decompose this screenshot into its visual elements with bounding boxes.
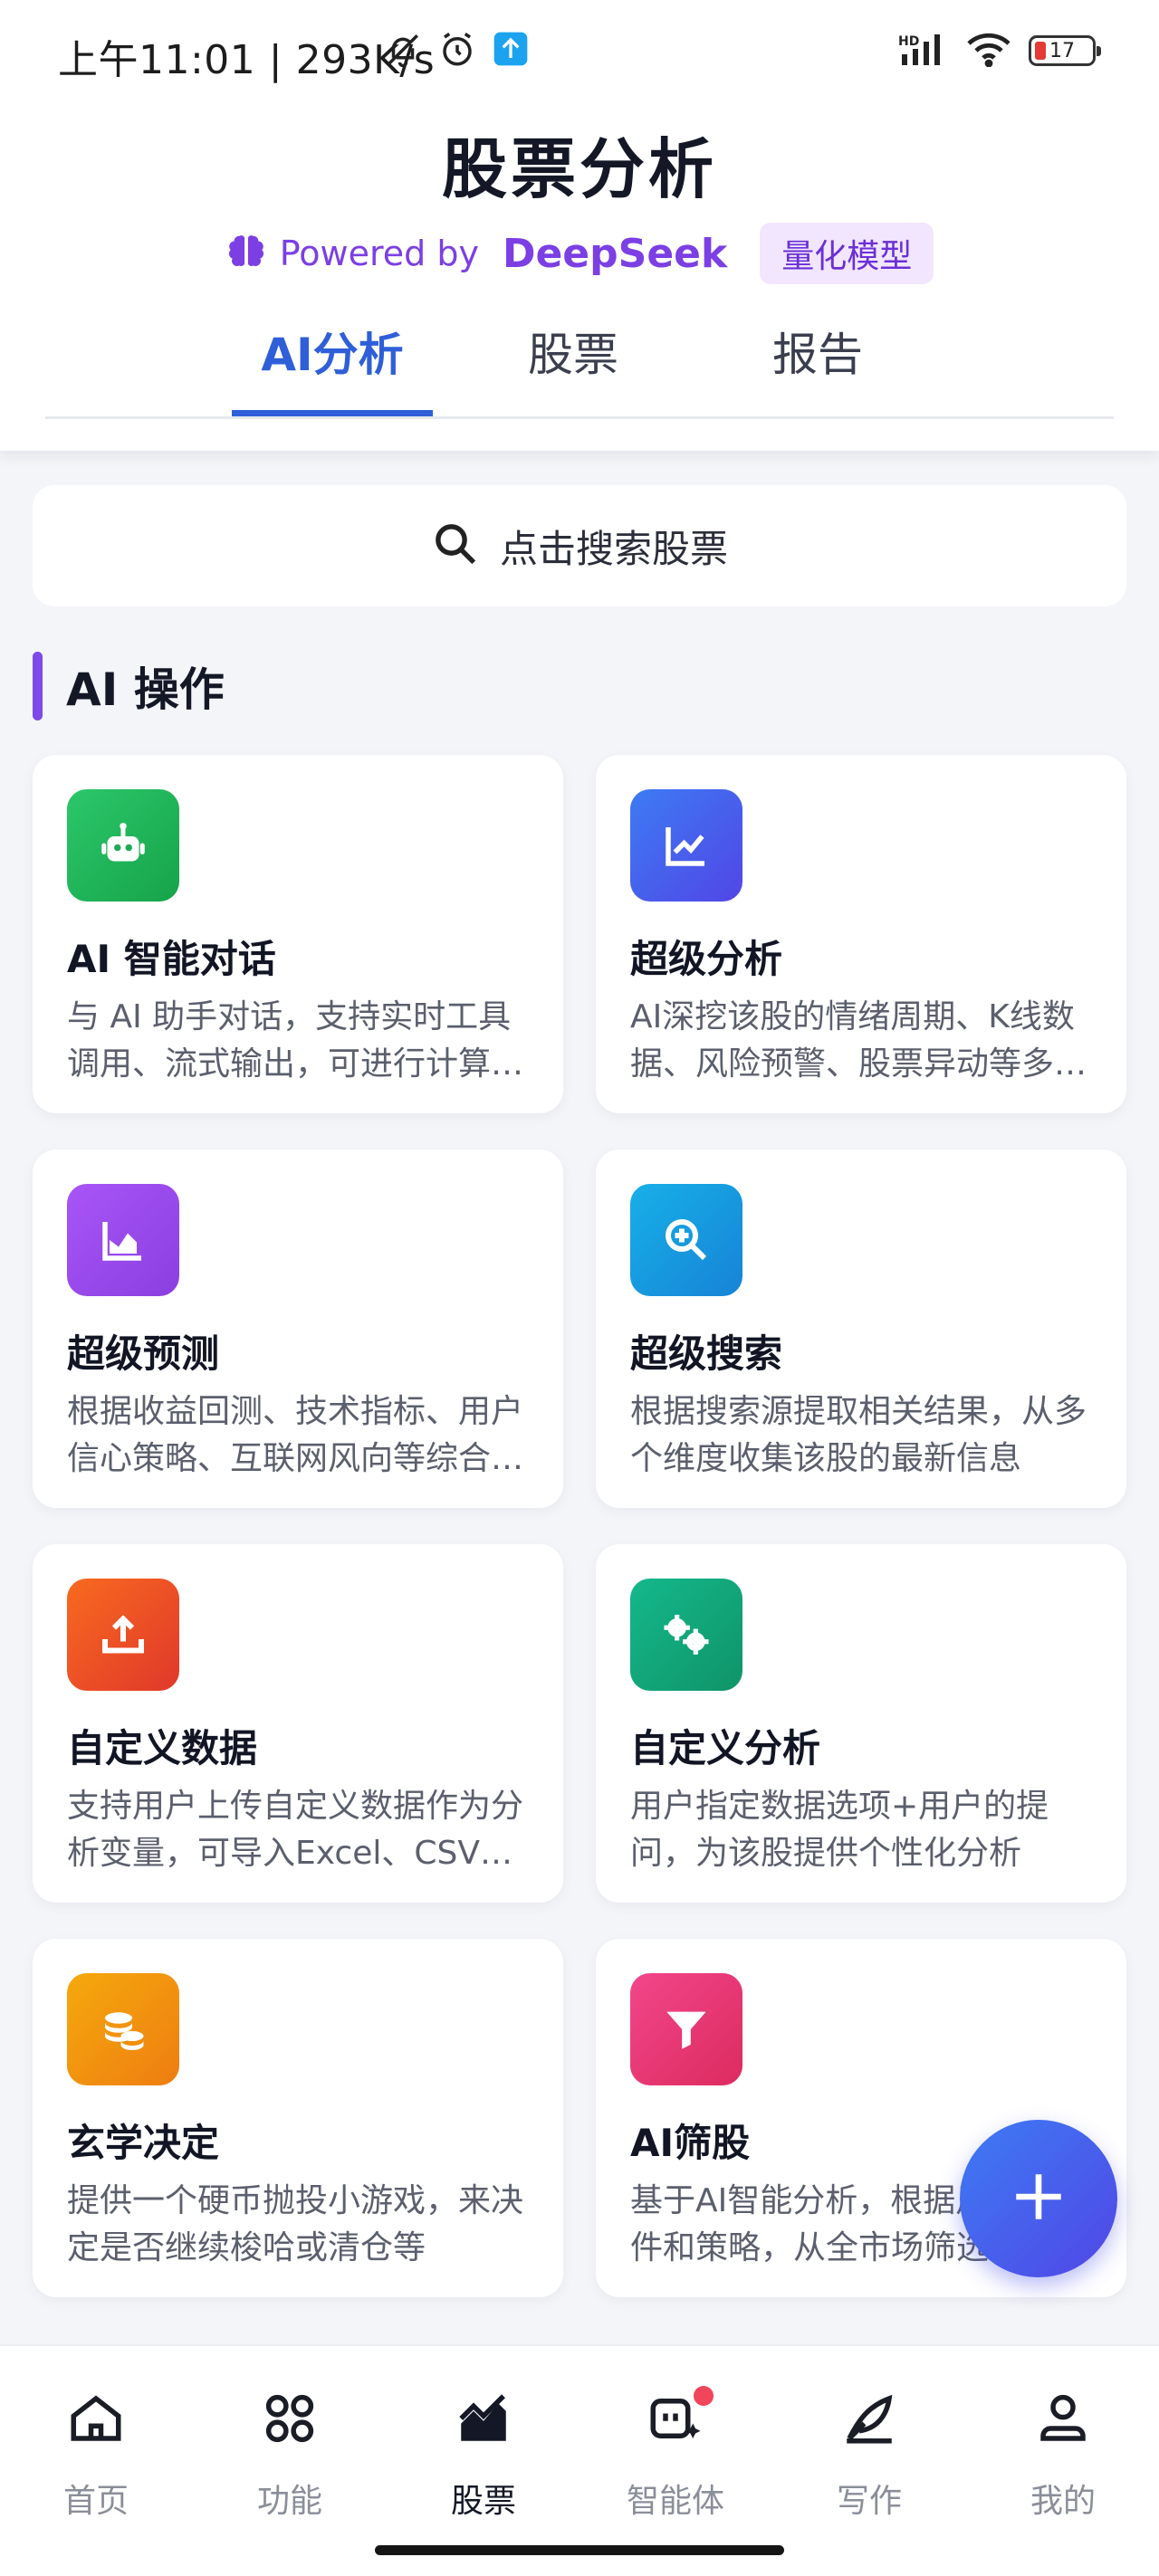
home-indicator[interactable] (375, 2545, 784, 2555)
card-super-prediction[interactable]: 超级预测 根据收益回测、技术指标、用户信心策略、互联网风向等综合预测 (33, 1150, 563, 1508)
card-super-search[interactable]: 超级搜索 根据搜索源提取相关结果，从多个维度收集该股的最新信息 (596, 1150, 1126, 1508)
signal-icon: HD (898, 31, 949, 71)
nav-label: 首页 (62, 2483, 129, 2520)
card-title: 自定义数据 (67, 1726, 258, 1770)
card-title: AI筛股 (630, 2121, 751, 2165)
card-description: 根据搜索源提取相关结果，从多个维度收集该股的最新信息 (630, 1393, 1087, 1477)
upload-status-icon (493, 31, 529, 71)
add-floating-button[interactable] (960, 2120, 1117, 2277)
bottom-navigation: 首页 功能 股票 智能体 写作 我的 (0, 2344, 1159, 2576)
tab-reports[interactable]: 报告 (741, 319, 895, 416)
brain-icon (225, 231, 267, 276)
bell-off-icon (384, 31, 422, 72)
stock-chart-icon (411, 2382, 556, 2455)
card-description: 与 AI 助手对话，支持实时工具调用、流式输出，可进行计算与分析 (67, 998, 524, 1083)
line-chart-icon (630, 789, 742, 902)
search-bar[interactable]: 点击搜索股票 (33, 485, 1126, 606)
nav-label: 智能体 (626, 2483, 724, 2520)
wifi-icon (965, 31, 1012, 71)
model-badge: 量化模型 (760, 223, 934, 284)
section-accent-bar (33, 652, 43, 720)
card-custom-analysis[interactable]: 自定义分析 用户指定数据选项+用户的提问，为该股提供个性化分析 (596, 1544, 1126, 1903)
section-title: AI 操作 (66, 663, 225, 716)
home-icon (24, 2382, 168, 2455)
upload-icon (67, 1579, 179, 1691)
card-description: 根据收益回测、技术指标、用户信心策略、互联网风向等综合预测 (67, 1393, 524, 1477)
nav-writing[interactable]: 写作 (797, 2382, 942, 2522)
coins-icon (67, 1973, 179, 2085)
powered-by-row: Powered by DeepSeek 量化模型 (0, 223, 1159, 284)
robot-icon (67, 789, 179, 902)
card-description: 支持用户上传自定义数据作为分析变量，可导入Excel、CSV等格式 (67, 1788, 524, 1872)
plus-icon (1009, 2167, 1068, 2230)
nav-label: 我的 (1030, 2483, 1096, 2520)
nav-label: 股票 (450, 2483, 516, 2520)
search-icon (431, 520, 480, 572)
battery-icon: 17 (1029, 35, 1101, 66)
card-description: AI深挖该股的情绪周期、K线数据、风险预警、股票异动等多维度信息 (630, 998, 1087, 1083)
nav-label: 功能 (256, 2483, 322, 2520)
tab-stocks[interactable]: 股票 (496, 319, 650, 416)
nav-stocks[interactable]: 股票 (411, 2382, 556, 2522)
card-title: AI 智能对话 (67, 937, 276, 981)
filter-icon (630, 1973, 742, 2085)
card-title: 超级预测 (67, 1331, 220, 1376)
gears-icon (630, 1579, 742, 1691)
card-ai-chat[interactable]: AI 智能对话 与 AI 助手对话，支持实时工具调用、流式输出，可进行计算与分析 (33, 755, 563, 1113)
agent-icon (603, 2382, 748, 2455)
brand-name: DeepSeek (502, 230, 728, 277)
card-super-analysis[interactable]: 超级分析 AI深挖该股的情绪周期、K线数据、风险预警、股票异动等多维度信息 (596, 755, 1126, 1113)
user-icon (991, 2382, 1135, 2455)
page-title: 股票分析 (441, 131, 717, 207)
nav-label: 写作 (836, 2483, 902, 2520)
section-header: AI 操作 (33, 652, 225, 720)
status-right: HD 17 (898, 31, 1101, 71)
powered-by-text: Powered by (279, 234, 479, 273)
status-bar: 上午11:01 | 293K/s HD 17 (0, 0, 1159, 107)
search-plus-icon (630, 1184, 742, 1296)
card-title: 超级分析 (630, 937, 783, 981)
card-metaphysics[interactable]: 玄学决定 提供一个硬币抛投小游戏，来决定是否继续梭哈或清仓等 (33, 1939, 563, 2297)
nav-home[interactable]: 首页 (24, 2382, 168, 2522)
nav-features[interactable]: 功能 (217, 2382, 362, 2522)
card-custom-data[interactable]: 自定义数据 支持用户上传自定义数据作为分析变量，可导入Excel、CSV等格式 (33, 1544, 563, 1903)
area-chart-icon (67, 1184, 179, 1296)
status-time: 上午11:01 | 293K/s (58, 37, 436, 83)
card-description: 提供一个硬币抛投小游戏，来决定是否继续梭哈或清仓等 (67, 2182, 524, 2266)
card-title: 玄学决定 (67, 2121, 220, 2165)
svg-text:HD: HD (898, 34, 919, 49)
card-description: 用户指定数据选项+用户的提问，为该股提供个性化分析 (630, 1788, 1049, 1872)
notification-dot (694, 2386, 714, 2406)
nav-profile[interactable]: 我的 (991, 2382, 1135, 2522)
top-header: 上午11:01 | 293K/s HD 17 股票分析 Powered by D… (0, 0, 1159, 451)
search-placeholder: 点击搜索股票 (499, 526, 728, 571)
quill-icon (797, 2382, 942, 2455)
grid-icon (217, 2382, 362, 2455)
card-title: 自定义分析 (630, 1726, 821, 1770)
tab-bar: AI分析 股票 报告 (45, 308, 1114, 419)
nav-agents[interactable]: 智能体 (603, 2382, 748, 2522)
card-title: 超级搜索 (630, 1331, 783, 1376)
tab-ai-analysis[interactable]: AI分析 (232, 319, 433, 416)
alarm-icon (438, 31, 476, 72)
